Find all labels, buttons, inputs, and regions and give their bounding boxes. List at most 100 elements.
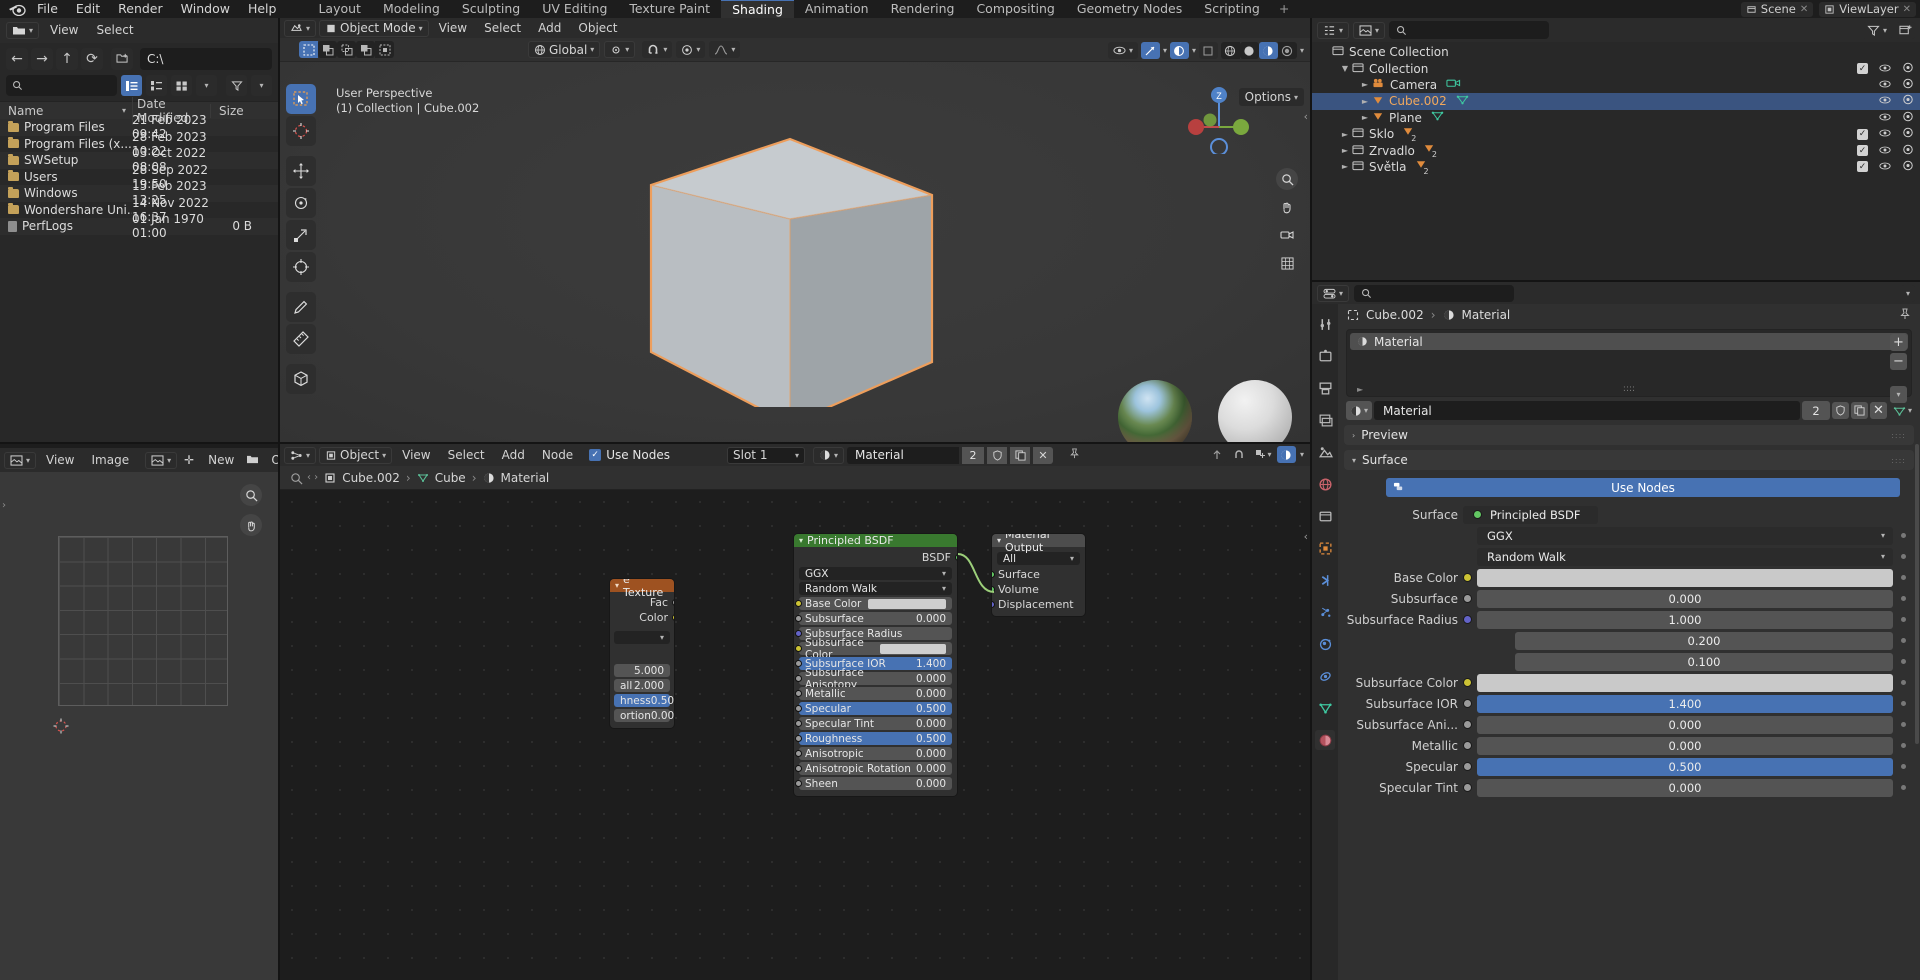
magnet-icon[interactable]: ▾ — [642, 41, 672, 58]
node-field[interactable]: Specular0.500 — [799, 702, 952, 715]
surface-shader-field[interactable]: Principled BSDF — [1463, 506, 1598, 524]
snap-target-selector[interactable]: ▾ — [604, 41, 635, 58]
add-material-slot-button[interactable]: + — [1890, 334, 1907, 351]
outliner-row[interactable]: ►Zrvadlo2✓ — [1312, 142, 1920, 158]
animate-property-dot[interactable] — [1901, 743, 1906, 748]
node-input-row[interactable]: Anisotropic Rotation0.000 — [799, 762, 952, 775]
node-field[interactable]: Base Color — [799, 597, 952, 610]
new-image-plus-icon[interactable]: ✛ — [180, 452, 198, 469]
hide-eye-icon[interactable] — [1879, 144, 1891, 158]
outliner-row[interactable]: ►Camera — [1312, 77, 1920, 93]
select-box-tool[interactable] — [286, 84, 316, 114]
node-field[interactable]: Subsurface Color — [799, 642, 952, 655]
animate-property-dot[interactable] — [1901, 596, 1906, 601]
property-field[interactable]: 1.000 — [1477, 611, 1893, 629]
property-socket-dot[interactable] — [1463, 762, 1472, 771]
sidebar-toggle-icon[interactable]: › — [2, 500, 6, 511]
editor-divider-horizontal-right[interactable] — [1312, 280, 1920, 282]
visibility-eye-icon[interactable]: ▾ — [1108, 42, 1138, 59]
properties-tab-data[interactable] — [1315, 698, 1335, 718]
property-field[interactable]: 0.000 — [1477, 716, 1893, 734]
disclosure-triangle-icon[interactable]: ► — [1340, 162, 1350, 171]
new-material-copy-icon[interactable] — [1010, 447, 1030, 464]
hide-eye-icon[interactable] — [1879, 78, 1891, 92]
new-collection-icon[interactable] — [1896, 22, 1915, 39]
menu-edit[interactable]: Edit — [67, 0, 109, 18]
principled-bsdf-node[interactable]: ▾ Principled BSDF BSDF GGX▾ Random Walk▾… — [793, 533, 958, 797]
workspace-tab-texture-paint[interactable]: Texture Paint — [618, 0, 721, 18]
camera-data-icon[interactable] — [1446, 77, 1461, 92]
property-field[interactable]: 1.400 — [1477, 695, 1893, 713]
outliner-row[interactable]: ►Cube.002 — [1312, 93, 1920, 109]
hide-eye-icon[interactable] — [1879, 94, 1891, 108]
hide-eye-icon[interactable] — [1879, 62, 1891, 76]
properties-tab-world[interactable] — [1315, 474, 1335, 494]
disclosure-triangle-icon[interactable]: ▼ — [1340, 64, 1350, 73]
breadcrumb-mesh-name[interactable]: Cube — [435, 471, 466, 485]
animate-property-dot[interactable] — [1901, 764, 1906, 769]
animate-property-dot[interactable] — [1901, 554, 1906, 559]
scale-tool[interactable] — [286, 220, 316, 250]
properties-tab-viewlayer[interactable] — [1315, 410, 1335, 430]
path-input[interactable]: C:\ — [140, 48, 272, 70]
disclosure-triangle-icon[interactable]: ► — [1340, 130, 1350, 139]
workspace-tab-sculpting[interactable]: Sculpting — [451, 0, 531, 18]
material-browse-icon-props[interactable]: ▾ — [1346, 401, 1372, 420]
annotate-tool[interactable] — [286, 292, 316, 322]
select-invert-icon[interactable] — [356, 41, 375, 58]
material-slot-row[interactable]: Material — [1350, 333, 1908, 350]
workspace-tab-compositing[interactable]: Compositing — [965, 0, 1065, 18]
filter-chevron-down-icon[interactable]: ▾ — [251, 75, 272, 96]
breadcrumb-prev-icon[interactable]: ‹ › — [307, 472, 318, 483]
node-canvas[interactable]: ‹ ▾ e Texture Fac Color ▾ 5.000 all2.000 — [280, 490, 1310, 980]
node-field[interactable]: Specular Tint0.000 — [799, 717, 952, 730]
disclosure-triangle-icon[interactable]: ► — [1360, 80, 1370, 89]
exclude-checkbox[interactable]: ✓ — [1857, 145, 1868, 156]
disclosure-triangle-icon[interactable]: ► — [1360, 113, 1370, 122]
node-field[interactable]: Metallic0.000 — [799, 687, 952, 700]
filter-icon-outliner[interactable]: ▾ — [1862, 22, 1892, 39]
transform-orientation-selector[interactable]: Global ▾ — [528, 41, 600, 58]
menu-node-shader[interactable]: Node — [535, 447, 580, 464]
display-mode-thumbnail-icon[interactable] — [171, 75, 192, 96]
node-socket[interactable] — [795, 690, 802, 697]
property-field[interactable] — [1477, 569, 1893, 587]
menu-object-viewport[interactable]: Object — [571, 20, 624, 37]
property-socket-dot[interactable] — [1463, 573, 1472, 582]
property-field[interactable]: 0.100 — [1515, 653, 1893, 671]
material-users-count-props[interactable]: 2 — [1802, 401, 1830, 420]
editor-type-selector-image[interactable]: ▾ — [4, 452, 36, 469]
disable-render-camera-icon[interactable] — [1902, 78, 1914, 92]
pin-icon-properties[interactable] — [1899, 308, 1911, 323]
outliner-row[interactable]: ►Světla2✓ — [1312, 159, 1920, 175]
property-socket-dot[interactable] — [1463, 741, 1472, 750]
shading-wireframe-icon[interactable] — [1221, 42, 1240, 59]
disable-render-camera-icon[interactable] — [1902, 62, 1914, 76]
menu-select[interactable]: Select — [90, 22, 141, 39]
node-socket[interactable] — [795, 660, 802, 667]
snap-node-icon[interactable] — [1231, 446, 1250, 463]
shading-rendered-icon[interactable] — [1278, 42, 1297, 59]
node-sidebar-toggle-icon[interactable]: ‹ — [1304, 530, 1308, 543]
use-nodes-button-props[interactable]: Use Nodes — [1386, 478, 1900, 497]
proportional-falloff-icon[interactable]: ▾ — [709, 41, 740, 58]
outliner-row[interactable]: Scene Collection — [1312, 44, 1920, 60]
node-field[interactable]: Roughness0.500 — [799, 732, 952, 745]
properties-tab-modifier[interactable] — [1315, 570, 1335, 590]
camera-view-icon[interactable] — [1276, 224, 1298, 246]
node-socket[interactable] — [795, 675, 802, 682]
menu-view-image[interactable]: View — [39, 452, 81, 469]
overlays-toggle-icon[interactable] — [1170, 42, 1189, 59]
nav-up-icon[interactable]: ↑ — [56, 48, 78, 70]
animate-property-dot[interactable] — [1901, 638, 1906, 643]
fake-user-shield-icon[interactable] — [987, 447, 1007, 464]
workspace-tab-scripting[interactable]: Scripting — [1193, 0, 1271, 18]
hide-eye-icon[interactable] — [1879, 111, 1891, 125]
exclude-checkbox[interactable]: ✓ — [1857, 63, 1868, 74]
property-field[interactable]: Random Walk▾ — [1477, 548, 1893, 566]
properties-tab-scene[interactable] — [1315, 442, 1335, 462]
animate-property-dot[interactable] — [1901, 617, 1906, 622]
socket-fac[interactable] — [672, 599, 676, 606]
menu-view[interactable]: View — [43, 22, 85, 39]
node-input-row[interactable]: Base Color — [799, 597, 952, 610]
